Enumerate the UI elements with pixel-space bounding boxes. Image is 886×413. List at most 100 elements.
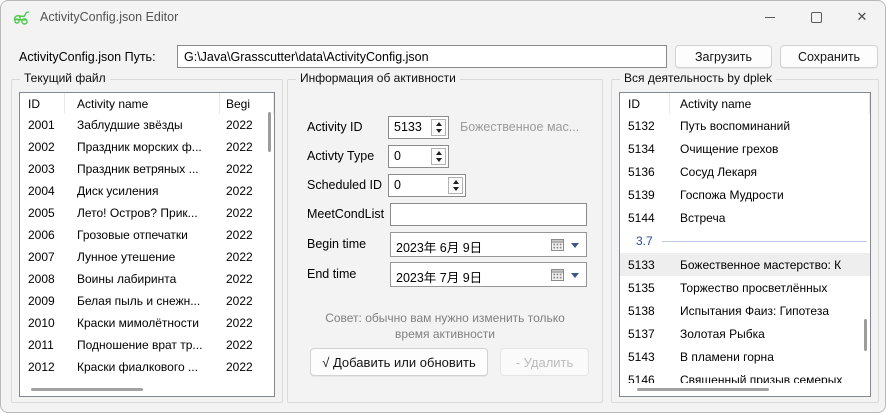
table-row[interactable]: 2007Лунное утешение2022 [20,246,274,268]
path-input[interactable] [177,45,667,68]
cell: 2022 [220,316,274,330]
table-row[interactable]: 5137Золотая Рыбка [620,322,870,345]
table-row[interactable]: 5132Путь воспоминаний [620,114,870,137]
all-activities-rows: 5132Путь воспоминаний5134Очищение грехов… [620,114,870,391]
column-header[interactable]: Begi [220,93,274,114]
table-row[interactable]: 5144Встреча [620,206,870,229]
cell: Праздник ветряных ... [65,162,220,176]
cell: 5144 [620,211,670,225]
cell: 2022 [220,118,274,132]
cell: 5133 [620,258,670,272]
grasscutter-mower-icon [12,8,32,26]
current-file-rows: 2001Заблудшие звёзды20222002Праздник мор… [20,114,274,397]
hscroll-thumb[interactable] [637,388,769,391]
table-row[interactable]: 2005Лето! Остров? Прик...2022 [20,202,274,224]
close-icon: ✕ [857,9,868,25]
table-row[interactable]: 5138Испытания Фаиз: Гипотеза [620,299,870,322]
table-row[interactable]: 2002Праздник морских ф...2022 [20,136,274,158]
arrow-down-icon [453,187,459,191]
app-window: ActivityConfig.json Editor ✕ ActivityCon… [0,0,886,413]
cell: 2022 [220,206,274,220]
cell: Лето! Остров? Прик... [65,206,220,220]
table-row[interactable]: 2006Грозовые отпечатки2022 [20,224,274,246]
scheduled-id-label: Scheduled ID [307,178,382,192]
cell: 2012 [20,360,65,374]
cell: 5137 [620,327,670,341]
cell: Краски фиалкового ... [65,360,220,374]
cell: Встреча [670,211,870,225]
cell: Белая пыль и снежн... [65,294,220,308]
meet-cond-list-input[interactable] [390,203,587,226]
cell: 5134 [620,142,670,156]
chevron-down-icon [571,243,579,248]
spin-down-button[interactable] [432,128,445,136]
begin-time-value: 2023年 6月 9日 [396,237,482,256]
table-row[interactable]: 2010Краски мимолётности2022 [20,312,274,334]
column-header[interactable]: ID [620,93,670,114]
table-row[interactable]: 2008Воины лабиринта2022 [20,268,274,290]
activity-type-stepper[interactable]: 0 [388,145,449,168]
cell: 2008 [20,272,65,286]
delete-button[interactable]: - Удалить [500,348,589,376]
spin-up-button[interactable] [432,149,445,157]
current-file-vscroll-thumb[interactable] [268,112,271,152]
table-row[interactable]: 5139Госпожа Мудрости [620,183,870,206]
hint-line-2: время активности [288,327,602,341]
begin-time-picker[interactable]: 2023年 6月 9日 [390,232,587,257]
cell: Праздник морских ф... [65,140,220,154]
cell: Испытания Фаиз: Гипотеза [670,304,870,318]
cell: 5138 [620,304,670,318]
table-row[interactable]: 2009Белая пыль и снежн...2022 [20,290,274,312]
cell: 2022 [220,338,274,352]
spin-down-button[interactable] [449,186,462,194]
spin-up-button[interactable] [449,178,462,186]
all-activities-group: Вся деятельность by dplek IDActivity nam… [611,79,879,403]
activity-id-stepper[interactable]: 5133 [388,116,449,139]
end-time-picker[interactable]: 2023年 7月 9日 [390,262,587,287]
path-label: ActivityConfig.json Путь: [19,50,156,64]
cell: 5136 [620,165,670,179]
maximize-button[interactable] [793,1,839,33]
activity-name-hint: Божественное мас... [460,120,579,134]
cell: Краски мимолётности [65,316,220,330]
table-row[interactable]: 2011Подношение врат тр...2022 [20,334,274,356]
current-file-group-title: Текущий файл [20,71,110,85]
close-button[interactable]: ✕ [839,1,885,33]
calendar-icon [551,238,564,251]
scheduled-id-stepper[interactable]: 0 [388,174,466,197]
add-or-update-button[interactable]: √ Добавить или обновить [310,348,488,376]
cell: 5143 [620,350,670,364]
table-row[interactable]: 2012Краски фиалкового ...2022 [20,356,274,378]
all-activities-hscrollbar [621,383,869,396]
table-row[interactable]: 5143В пламени горна [620,345,870,368]
calendar-icon [551,268,564,281]
spin-down-button[interactable] [432,157,445,165]
all-activities-vscroll-thumb[interactable] [864,319,867,351]
table-row[interactable]: 5133Божественное мастерство: К [620,253,870,276]
arrow-up-icon [436,151,442,155]
spin-up-button[interactable] [432,120,445,128]
hscroll-thumb[interactable] [31,388,143,391]
cell: 2001 [20,118,65,132]
table-row[interactable]: 2004Диск усиления2022 [20,180,274,202]
column-header[interactable]: Activity name [65,93,220,114]
minimize-button[interactable] [747,1,793,33]
cell: В пламени горна [670,350,870,364]
cell: Торжество просветлённых [670,281,870,295]
activity-type-value: 0 [394,149,401,163]
activity-type-spin-buttons [431,148,446,165]
table-row[interactable]: 2001Заблудшие звёзды2022 [20,114,274,136]
load-button[interactable]: Загрузить [675,45,772,68]
group-header-row[interactable]: 3.7 [620,229,870,253]
column-header[interactable]: ID [20,93,65,114]
save-button[interactable]: Сохранить [780,45,878,68]
table-row[interactable]: 5136Сосуд Лекаря [620,160,870,183]
table-row[interactable]: 5135Торжество просветлённых [620,276,870,299]
table-row[interactable]: 5134Очищение грехов [620,137,870,160]
hint-line-1: Совет: обычно вам нужно изменить только [288,311,602,325]
scheduled-id-value: 0 [394,178,401,192]
table-row[interactable]: 2003Праздник ветряных ...2022 [20,158,274,180]
arrow-up-icon [436,122,442,126]
column-header[interactable]: Activity name [670,93,870,114]
title-bar: ActivityConfig.json Editor ✕ [1,1,885,33]
